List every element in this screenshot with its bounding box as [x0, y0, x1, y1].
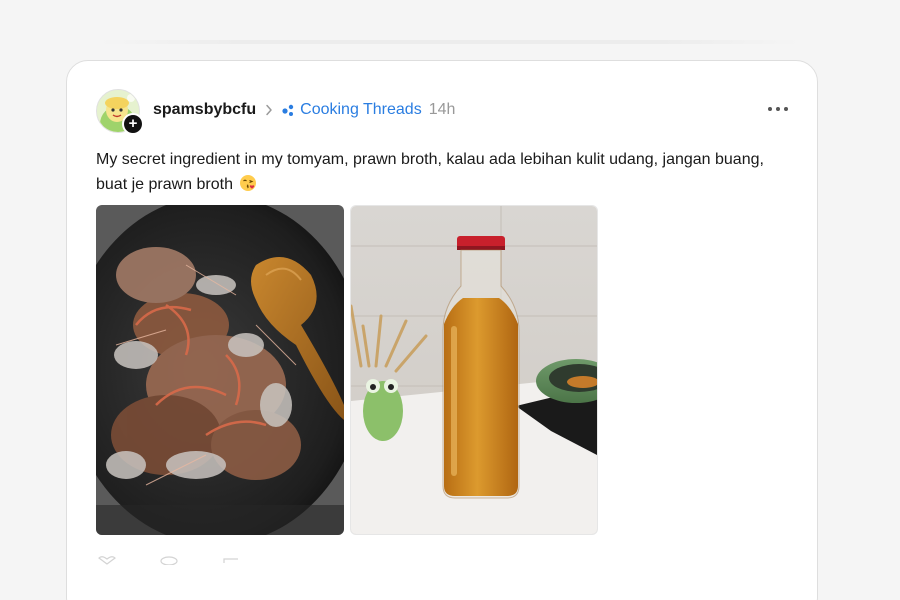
post-header: spamsbybcfu Cooking Threads 14h	[153, 99, 455, 121]
community-link[interactable]: Cooking Threads	[300, 101, 422, 119]
author-username[interactable]: spamsbybcfu	[153, 101, 256, 119]
prawn-shells-in-wok-photo	[96, 205, 344, 535]
chevron-right-icon	[265, 104, 273, 116]
media-photo-1[interactable]	[96, 205, 344, 535]
repost-icon[interactable]	[220, 555, 242, 565]
author-avatar-wrap[interactable]: +	[96, 89, 144, 135]
more-options-button[interactable]	[765, 99, 791, 119]
more-options-icon	[768, 107, 788, 111]
previous-post-edge	[100, 40, 800, 44]
post-timestamp: 14h	[428, 101, 456, 118]
post-text: My secret ingredient in my tomyam, prawn…	[96, 151, 764, 193]
comment-icon[interactable]	[158, 555, 180, 565]
post-actions-row	[96, 555, 242, 565]
like-icon[interactable]	[96, 555, 118, 565]
post-body: My secret ingredient in my tomyam, prawn…	[96, 147, 796, 200]
page: + spamsbybcfu Cooking Threads 14h My sec…	[0, 0, 900, 600]
community-dots-icon	[281, 103, 295, 117]
face-blowing-kiss-emoji	[239, 174, 257, 200]
post-card[interactable]: + spamsbybcfu Cooking Threads 14h My sec…	[66, 60, 818, 600]
media-photo-2[interactable]	[350, 205, 598, 535]
prawn-broth-bottle-photo	[351, 206, 597, 534]
follow-plus-badge[interactable]: +	[122, 113, 144, 135]
